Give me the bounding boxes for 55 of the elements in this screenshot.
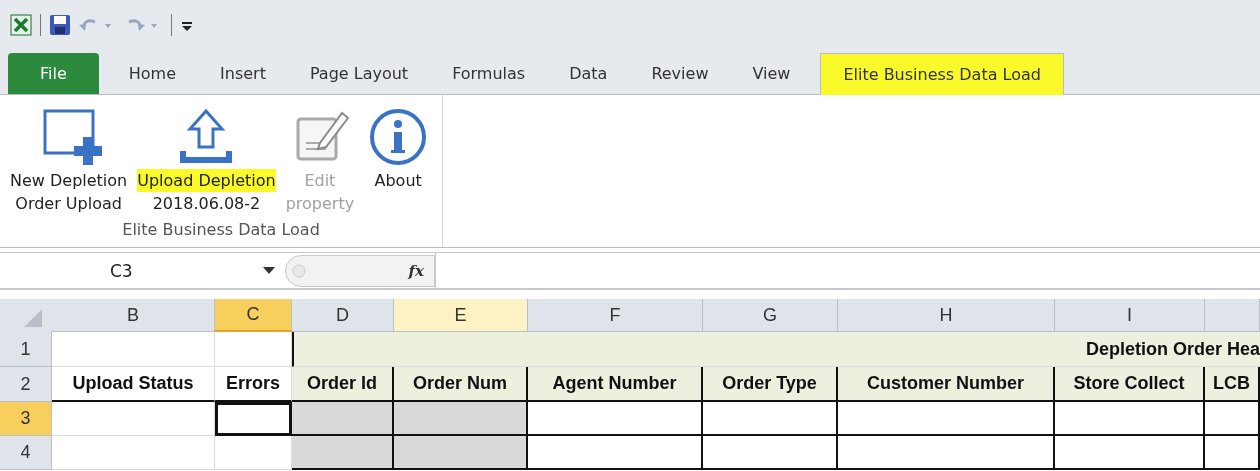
table-cell[interactable] [394, 436, 528, 470]
column-heading: Upload Status [52, 367, 215, 402]
row-header[interactable]: 2 [0, 367, 52, 402]
column-header[interactable]: G [703, 299, 838, 332]
table-cell[interactable] [1205, 402, 1260, 436]
handle-icon[interactable] [290, 261, 308, 280]
new-upload-button[interactable]: New Depletion Order Upload [6, 95, 132, 217]
table-cell[interactable] [528, 402, 703, 436]
table-cell[interactable] [1055, 436, 1205, 470]
table-cell[interactable] [292, 402, 394, 436]
save-icon[interactable] [49, 14, 71, 36]
column-heading: Order Id [292, 367, 394, 402]
table-cell[interactable] [1055, 402, 1205, 436]
column-heading: Customer Number [838, 367, 1055, 402]
column-header[interactable]: I [1055, 299, 1205, 332]
column-header[interactable]: C [215, 299, 292, 332]
ribbon-tab[interactable]: Page Layout [287, 53, 431, 94]
row-header[interactable]: 4 [0, 436, 52, 470]
column-heading: Order Type [703, 367, 838, 402]
column-heading: Order Num [394, 367, 528, 402]
ribbon-tab[interactable]: View [730, 53, 813, 94]
excel-icon[interactable] [10, 14, 32, 36]
table-cell[interactable] [703, 436, 838, 470]
upload-button[interactable]: Upload Depletion 2018.06.08-2 [133, 95, 280, 217]
about-button[interactable]: About [360, 95, 437, 217]
row-header[interactable]: 1 [0, 332, 52, 367]
column-header[interactable]: B [52, 299, 215, 332]
group-label: Elite Business Data Load [121, 219, 321, 241]
table-cell[interactable] [838, 436, 1055, 470]
insert-function-button[interactable]: fx [408, 261, 424, 280]
column-header[interactable]: E [394, 299, 528, 332]
name-box[interactable]: C3 [0, 253, 285, 288]
table-cell[interactable] [292, 436, 394, 470]
table-cell[interactable] [703, 402, 838, 436]
ribbon-tab[interactable]: Elite Business Data Load [820, 53, 1064, 95]
table-cell[interactable] [838, 402, 1055, 436]
selected-cell[interactable] [215, 402, 292, 436]
column-header[interactable]: F [528, 299, 703, 332]
row-header[interactable]: 3 [0, 402, 52, 436]
ribbon-tab[interactable]: Review [629, 53, 731, 94]
column-header[interactable]: H [838, 299, 1055, 332]
column-heading: LCB [1205, 367, 1260, 402]
table-cell[interactable] [1205, 436, 1260, 470]
ribbon-tab[interactable]: Formulas [430, 53, 548, 94]
ribbon-tab[interactable]: Data [547, 53, 630, 94]
caret-icon[interactable] [263, 266, 275, 275]
ribbon-tab[interactable]: Home [106, 53, 199, 94]
file-tab[interactable]: File [8, 53, 99, 94]
column-heading: Agent Number [528, 367, 703, 402]
column-heading: Store Collect [1055, 367, 1205, 402]
ribbon-tab[interactable]: Insert [198, 53, 288, 94]
table-title: Depletion Order Hea [1085, 338, 1260, 360]
column-header[interactable]: D [292, 299, 394, 332]
table-cell[interactable] [528, 436, 703, 470]
table-cell[interactable] [394, 402, 528, 436]
